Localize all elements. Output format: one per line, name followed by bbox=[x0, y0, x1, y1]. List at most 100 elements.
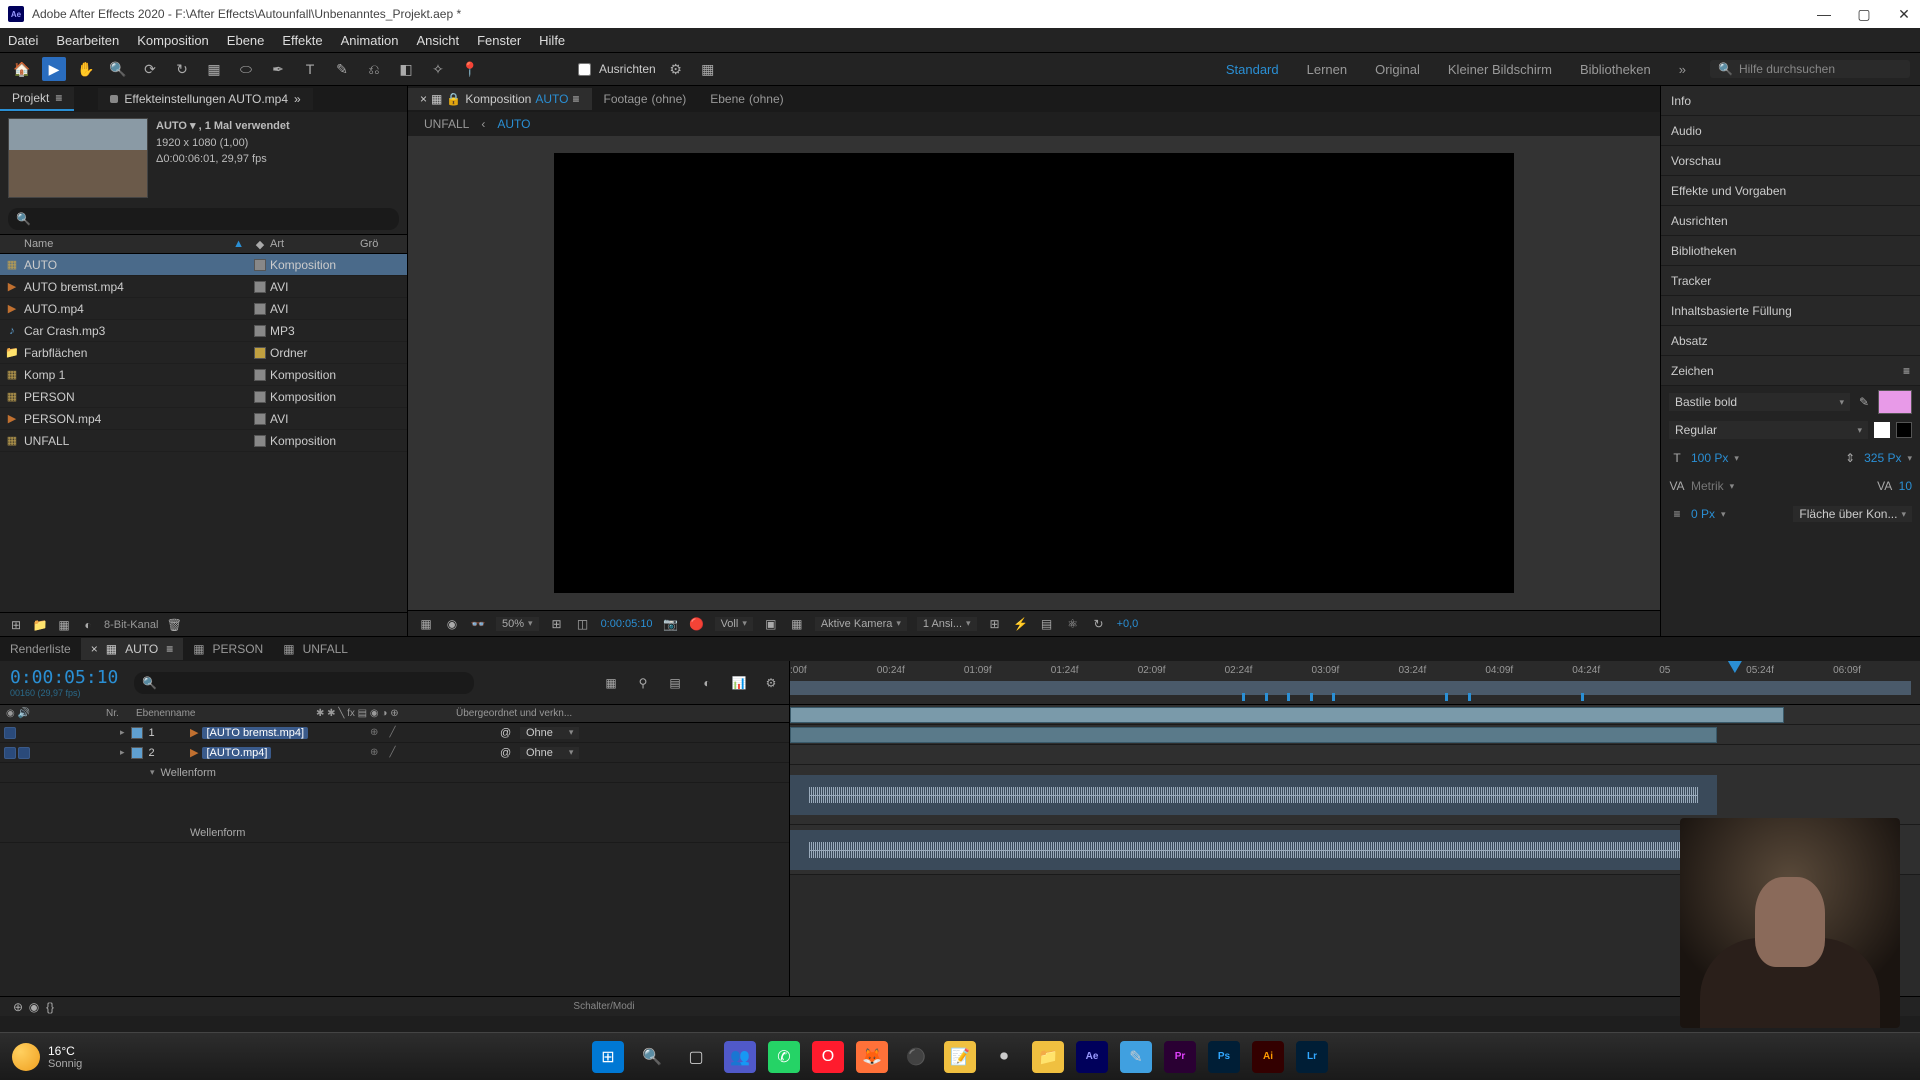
stroke-swatch-b[interactable] bbox=[1896, 422, 1912, 438]
label-swatch[interactable] bbox=[254, 281, 266, 293]
roi-icon[interactable]: ▣ bbox=[763, 616, 779, 632]
help-search[interactable]: 🔍 Hilfe durchsuchen bbox=[1710, 60, 1910, 78]
project-item[interactable]: ▦ AUTO Komposition bbox=[0, 254, 407, 276]
search-button[interactable]: 🔍 bbox=[636, 1041, 668, 1073]
menu-ebene[interactable]: Ebene bbox=[227, 33, 265, 48]
timeline-icon[interactable]: ▤ bbox=[1039, 616, 1055, 632]
switches-modes-label[interactable]: Schalter/Modi bbox=[58, 1001, 1150, 1012]
project-list[interactable]: ▦ AUTO Komposition▶ AUTO bremst.mp4 AVI ▶… bbox=[0, 254, 407, 612]
comp-viewer-tab[interactable]: × ▦ 🔒 Komposition AUTO ≡ bbox=[408, 88, 592, 110]
panel-absatz[interactable]: Absatz bbox=[1661, 326, 1920, 356]
font-family-dropdown[interactable]: Bastile bold▾ bbox=[1669, 393, 1850, 411]
close-tab-icon[interactable]: × bbox=[91, 642, 98, 656]
home-button[interactable]: 🏠 bbox=[10, 57, 34, 81]
tab-unfall[interactable]: ▦UNFALL bbox=[273, 638, 358, 660]
kerning-value[interactable]: Metrik bbox=[1691, 479, 1724, 493]
trash-icon[interactable]: 🗑 bbox=[166, 617, 182, 633]
eye-icon[interactable] bbox=[4, 727, 16, 739]
rotate-tool[interactable]: ↻ bbox=[170, 57, 194, 81]
whatsapp-icon[interactable]: ✆ bbox=[768, 1041, 800, 1073]
layer-label[interactable] bbox=[131, 727, 143, 739]
resolution-dropdown[interactable]: Voll▾ bbox=[715, 617, 753, 631]
panel-tracker[interactable]: Tracker bbox=[1661, 266, 1920, 296]
leading-value[interactable]: 325 Px bbox=[1864, 451, 1901, 465]
timeline-ruler[interactable]: :00f00:24f01:09f01:24f02:09f02:24f03:09f… bbox=[790, 661, 1920, 705]
notes-icon[interactable]: 📝 bbox=[944, 1041, 976, 1073]
exposure-value[interactable]: +0,0 bbox=[1117, 618, 1139, 630]
layer-switches[interactable]: ⊕ ╱ bbox=[370, 747, 500, 758]
brain-icon[interactable]: ⚙ bbox=[763, 675, 779, 691]
clone-tool[interactable]: ⎌ bbox=[362, 57, 386, 81]
mask-icon[interactable]: ◫ bbox=[575, 616, 591, 632]
layer-row[interactable]: ▸1 ▶[AUTO bremst.mp4] ⊕ ╱ @ Ohne▾ bbox=[0, 723, 789, 743]
panel-zeichen[interactable]: Zeichen ≡ bbox=[1661, 356, 1920, 386]
panel-menu-icon[interactable]: ≡ bbox=[166, 642, 173, 656]
parent-dropdown[interactable]: Ohne▾ bbox=[520, 727, 579, 739]
ai-icon[interactable]: Ai bbox=[1252, 1041, 1284, 1073]
task-view-button[interactable]: ▢ bbox=[680, 1041, 712, 1073]
snapshot-icon[interactable]: 📷 bbox=[663, 616, 679, 632]
workspace-more-icon[interactable]: » bbox=[1679, 62, 1686, 77]
channel-icon[interactable]: 🔴 bbox=[689, 616, 705, 632]
teams-icon[interactable]: 👥 bbox=[724, 1041, 756, 1073]
panel-ausrichten[interactable]: Ausrichten bbox=[1661, 206, 1920, 236]
grid-icon[interactable]: ▦ bbox=[696, 57, 720, 81]
start-button[interactable]: ⊞ bbox=[592, 1041, 624, 1073]
type-tool[interactable]: T bbox=[298, 57, 322, 81]
selection-tool[interactable]: ▶ bbox=[42, 57, 66, 81]
parent-pick-icon[interactable]: @ bbox=[500, 747, 520, 759]
camera-tool[interactable]: ▦ bbox=[202, 57, 226, 81]
panel-vorschau[interactable]: Vorschau bbox=[1661, 146, 1920, 176]
tab-auto[interactable]: × ▦ AUTO ≡ bbox=[81, 638, 184, 660]
workspace-standard[interactable]: Standard bbox=[1226, 62, 1279, 77]
wellenform-toggle[interactable]: ▾ Wellenform bbox=[0, 763, 789, 783]
fast-preview-icon[interactable]: ⚡ bbox=[1013, 616, 1029, 632]
footage-viewer-tab[interactable]: Footage (ohne) bbox=[592, 88, 699, 110]
expand-icon[interactable]: ▸ bbox=[120, 727, 125, 738]
orbit-tool[interactable]: ⟳ bbox=[138, 57, 162, 81]
shy-icon[interactable]: ⚲ bbox=[635, 675, 651, 691]
panel-info[interactable]: Info bbox=[1661, 86, 1920, 116]
layer-label[interactable] bbox=[131, 747, 143, 759]
workspace-kleiner[interactable]: Kleiner Bildschirm bbox=[1448, 62, 1552, 77]
col-name[interactable]: Name bbox=[24, 238, 53, 250]
zoom-dropdown[interactable]: 50%▾ bbox=[496, 617, 539, 631]
comp-mini-icon[interactable]: ▦ bbox=[603, 675, 619, 691]
puppet-tool[interactable]: 📍 bbox=[458, 57, 482, 81]
app-icon[interactable]: ⚫ bbox=[900, 1041, 932, 1073]
close-tab-icon[interactable]: × bbox=[420, 92, 427, 106]
roto-tool[interactable]: ✧ bbox=[426, 57, 450, 81]
workspace-bibliotheken[interactable]: Bibliotheken bbox=[1580, 62, 1651, 77]
panel-menu-icon[interactable]: ≡ bbox=[572, 92, 579, 106]
reset-exp-icon[interactable]: ↻ bbox=[1091, 616, 1107, 632]
layer-2-track[interactable] bbox=[790, 725, 1920, 745]
menu-animation[interactable]: Animation bbox=[341, 33, 399, 48]
layer-1-track[interactable] bbox=[790, 705, 1920, 725]
lock-icon[interactable]: 🔒 bbox=[446, 92, 461, 106]
project-item[interactable]: ▶ AUTO bremst.mp4 AVI bbox=[0, 276, 407, 298]
project-item[interactable]: ▦ PERSON Komposition bbox=[0, 386, 407, 408]
bit-depth[interactable]: 8-Bit-Kanal bbox=[104, 619, 158, 631]
toggle-pane-icon[interactable]: {} bbox=[42, 999, 58, 1015]
zoom-tool[interactable]: 🔍 bbox=[106, 57, 130, 81]
menu-fenster[interactable]: Fenster bbox=[477, 33, 521, 48]
pr-icon[interactable]: Pr bbox=[1164, 1041, 1196, 1073]
panel-bibliotheken[interactable]: Bibliotheken bbox=[1661, 236, 1920, 266]
weather-icon[interactable] bbox=[12, 1043, 40, 1071]
project-item[interactable]: ▶ PERSON.mp4 AVI bbox=[0, 408, 407, 430]
folder-icon[interactable]: 📁 bbox=[32, 617, 48, 633]
eraser-tool[interactable]: ◧ bbox=[394, 57, 418, 81]
hand-tool[interactable]: ✋ bbox=[74, 57, 98, 81]
views-dropdown[interactable]: 1 Ansi...▾ bbox=[917, 617, 977, 631]
project-item[interactable]: ▦ Komp 1 Komposition bbox=[0, 364, 407, 386]
snap-checkbox[interactable] bbox=[578, 63, 591, 76]
project-tab[interactable]: Projekt ≡ bbox=[0, 87, 74, 111]
current-time[interactable]: 0:00:05:10 bbox=[601, 618, 653, 630]
fill-color-swatch[interactable] bbox=[1878, 390, 1912, 414]
stroke-width-value[interactable]: 0 Px bbox=[1691, 507, 1715, 521]
opera-icon[interactable]: O bbox=[812, 1041, 844, 1073]
always-preview-icon[interactable]: ▦ bbox=[418, 616, 434, 632]
expand-icon[interactable]: ▸ bbox=[120, 747, 125, 758]
stroke-swatch[interactable] bbox=[1874, 422, 1890, 438]
label-swatch[interactable] bbox=[254, 325, 266, 337]
